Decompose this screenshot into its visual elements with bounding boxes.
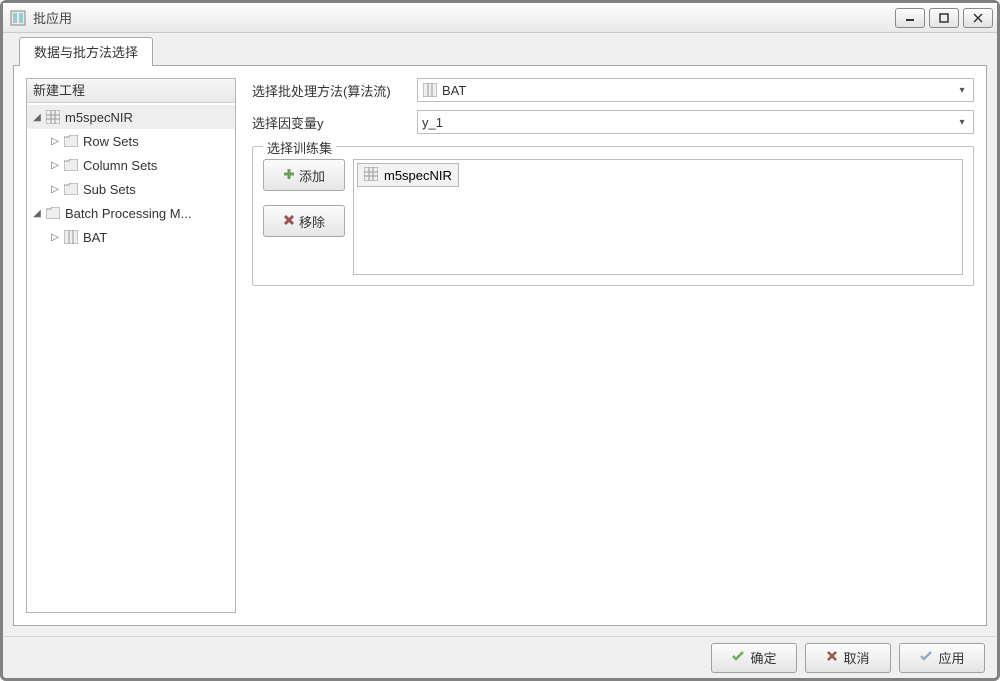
tab-strip: 数据与批方法选择 [13, 39, 987, 65]
dataset-icon [45, 109, 61, 125]
tree-node-label: m5specNIR [65, 110, 133, 125]
remove-button[interactable]: 移除 [263, 205, 345, 237]
tree-node-m5specnir[interactable]: ◢ m5specNIR [27, 105, 235, 129]
window-title: 批应用 [33, 8, 895, 27]
method-icon [63, 229, 79, 245]
project-tree: 新建工程 ◢ m5specNIR ▷ Row Sets [26, 78, 236, 613]
form-panel: 选择批处理方法(算法流) BAT ▾ 选择因变量y y_1 ▾ [252, 78, 974, 613]
tree-node-label: Row Sets [83, 134, 139, 149]
check-icon [919, 650, 933, 665]
check-icon [731, 650, 745, 665]
tree-node-subsets[interactable]: ▷ Sub Sets [27, 177, 235, 201]
tree-body[interactable]: ◢ m5specNIR ▷ Row Sets ▷ [27, 103, 235, 612]
tree-node-batch-processing[interactable]: ◢ Batch Processing M... [27, 201, 235, 225]
chevron-down-icon: ▾ [955, 117, 969, 128]
label-yvar: 选择因变量y [252, 113, 417, 132]
dropdown-value: BAT [442, 83, 955, 98]
expander-icon[interactable]: ▷ [49, 160, 61, 171]
dialog-footer: 确定 取消 应用 [3, 636, 997, 678]
add-button[interactable]: 添加 [263, 159, 345, 191]
tree-node-label: Column Sets [83, 158, 157, 173]
folder-icon [45, 205, 61, 221]
trainset-list[interactable]: m5specNIR [353, 159, 963, 275]
tab-data-method[interactable]: 数据与批方法选择 [19, 37, 153, 66]
tree-header: 新建工程 [27, 79, 235, 103]
window-controls [895, 8, 993, 28]
expander-icon[interactable]: ◢ [31, 112, 43, 123]
dropdown-yvar[interactable]: y_1 ▾ [417, 110, 974, 134]
tab-page: 新建工程 ◢ m5specNIR ▷ Row Sets [13, 65, 987, 626]
dataset-icon [364, 167, 378, 184]
plus-icon [283, 168, 295, 183]
titlebar: 批应用 [3, 3, 997, 33]
expander-icon[interactable]: ◢ [31, 208, 43, 219]
tree-node-label: Batch Processing M... [65, 206, 191, 221]
list-item-label: m5specNIR [384, 168, 452, 183]
delete-icon [283, 214, 295, 229]
list-item[interactable]: m5specNIR [357, 163, 459, 187]
expander-icon[interactable]: ▷ [49, 232, 61, 243]
dropdown-method[interactable]: BAT ▾ [417, 78, 974, 102]
app-window: 批应用 数据与批方法选择 新建工程 ◢ [0, 0, 1000, 681]
minimize-button[interactable] [895, 8, 925, 28]
folder-icon [63, 133, 79, 149]
group-trainset: 选择训练集 添加 移除 [252, 146, 974, 286]
folder-icon [63, 181, 79, 197]
tree-node-label: BAT [83, 230, 107, 245]
apply-button-label: 应用 [938, 648, 964, 667]
ok-button[interactable]: 确定 [711, 643, 797, 673]
ok-button-label: 确定 [750, 648, 776, 667]
dropdown-value: y_1 [422, 115, 955, 130]
expander-icon[interactable]: ▷ [49, 184, 61, 195]
cancel-button[interactable]: 取消 [805, 643, 891, 673]
app-icon [9, 9, 27, 27]
row-method: 选择批处理方法(算法流) BAT ▾ [252, 78, 974, 102]
folder-icon [63, 157, 79, 173]
tree-node-label: Sub Sets [83, 182, 136, 197]
maximize-button[interactable] [929, 8, 959, 28]
cancel-button-label: 取消 [843, 648, 869, 667]
close-button[interactable] [963, 8, 993, 28]
chevron-down-icon: ▾ [955, 85, 969, 96]
tree-node-bat[interactable]: ▷ BAT [27, 225, 235, 249]
add-button-label: 添加 [299, 166, 325, 185]
trainset-buttons: 添加 移除 [263, 159, 345, 275]
tree-node-rowsets[interactable]: ▷ Row Sets [27, 129, 235, 153]
apply-button[interactable]: 应用 [899, 643, 985, 673]
method-icon [422, 82, 438, 98]
remove-button-label: 移除 [299, 212, 325, 231]
tree-node-columnsets[interactable]: ▷ Column Sets [27, 153, 235, 177]
expander-icon[interactable]: ▷ [49, 136, 61, 147]
label-method: 选择批处理方法(算法流) [252, 81, 417, 100]
row-yvar: 选择因变量y y_1 ▾ [252, 110, 974, 134]
client-area: 数据与批方法选择 新建工程 ◢ m5specNIR ▷ [3, 33, 997, 636]
group-legend: 选择训练集 [263, 138, 336, 157]
cancel-icon [826, 650, 838, 665]
